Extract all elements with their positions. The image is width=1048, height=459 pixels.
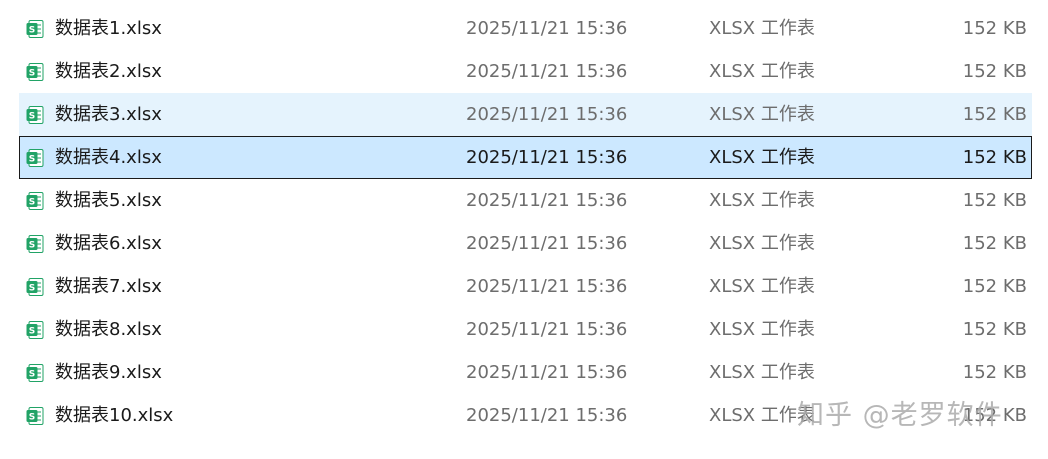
svg-text:S: S	[29, 284, 35, 294]
file-name: 数据表9.xlsx	[55, 362, 162, 383]
svg-text:S: S	[29, 241, 35, 251]
spreadsheet-icon: S	[26, 364, 44, 382]
file-modified-date: 2025/11/21 15:36	[466, 190, 628, 211]
spreadsheet-icon: S	[26, 63, 44, 81]
file-row[interactable]: S 数据表6.xlsx 2025/11/21 15:36 XLSX 工作表 152 KB	[19, 222, 1032, 265]
file-modified-date: 2025/11/21 15:36	[466, 405, 628, 426]
file-type: XLSX 工作表	[709, 276, 815, 297]
svg-text:S: S	[29, 112, 35, 122]
file-row[interactable]: S 数据表2.xlsx 2025/11/21 15:36 XLSX 工作表 152 KB	[19, 50, 1032, 93]
file-size: 152 KB	[962, 276, 1027, 297]
file-row[interactable]: S 数据表8.xlsx 2025/11/21 15:36 XLSX 工作表 152 KB	[19, 308, 1032, 351]
svg-text:S: S	[29, 413, 35, 423]
svg-text:S: S	[29, 370, 35, 380]
file-name: 数据表1.xlsx	[55, 18, 162, 39]
file-modified-date: 2025/11/21 15:36	[466, 319, 628, 340]
spreadsheet-icon: S	[26, 321, 44, 339]
file-modified-date: 2025/11/21 15:36	[466, 61, 628, 82]
file-size: 152 KB	[962, 147, 1027, 168]
file-type: XLSX 工作表	[709, 190, 815, 211]
file-type: XLSX 工作表	[709, 61, 815, 82]
file-row[interactable]: S 数据表3.xlsx 2025/11/21 15:36 XLSX 工作表 152 KB	[19, 93, 1032, 136]
file-type: XLSX 工作表	[709, 233, 815, 254]
file-size: 152 KB	[962, 319, 1027, 340]
file-name: 数据表10.xlsx	[55, 405, 174, 426]
file-name: 数据表4.xlsx	[55, 147, 162, 168]
file-modified-date: 2025/11/21 15:36	[466, 276, 628, 297]
spreadsheet-icon: S	[26, 106, 44, 124]
file-size: 152 KB	[962, 190, 1027, 211]
spreadsheet-icon: S	[26, 235, 44, 253]
file-size: 152 KB	[962, 104, 1027, 125]
file-modified-date: 2025/11/21 15:36	[466, 362, 628, 383]
file-size: 152 KB	[962, 233, 1027, 254]
file-size: 152 KB	[962, 18, 1027, 39]
file-type: XLSX 工作表	[709, 104, 815, 125]
file-name: 数据表7.xlsx	[55, 276, 162, 297]
file-size: 152 KB	[962, 405, 1027, 426]
spreadsheet-icon: S	[26, 407, 44, 425]
file-size: 152 KB	[962, 61, 1027, 82]
spreadsheet-icon: S	[26, 20, 44, 38]
file-row[interactable]: S 数据表7.xlsx 2025/11/21 15:36 XLSX 工作表 152 KB	[19, 265, 1032, 308]
file-size: 152 KB	[962, 362, 1027, 383]
file-name: 数据表3.xlsx	[55, 104, 162, 125]
file-type: XLSX 工作表	[709, 405, 815, 426]
file-modified-date: 2025/11/21 15:36	[466, 18, 628, 39]
file-modified-date: 2025/11/21 15:36	[466, 233, 628, 254]
file-modified-date: 2025/11/21 15:36	[466, 147, 628, 168]
file-type: XLSX 工作表	[709, 147, 815, 168]
file-name: 数据表8.xlsx	[55, 319, 162, 340]
svg-text:S: S	[29, 198, 35, 208]
file-list: S 数据表1.xlsx 2025/11/21 15:36 XLSX 工作表 152 KB…	[0, 7, 1048, 437]
file-row[interactable]: S 数据表4.xlsx 2025/11/21 15:36 XLSX 工作表 152 KB	[19, 136, 1032, 179]
file-row[interactable]: S 数据表1.xlsx 2025/11/21 15:36 XLSX 工作表 152 KB	[19, 7, 1032, 50]
file-row[interactable]: S 数据表10.xlsx 2025/11/21 15:36 XLSX 工作表 152 K…	[19, 394, 1032, 437]
spreadsheet-icon: S	[26, 278, 44, 296]
svg-text:S: S	[29, 155, 35, 165]
svg-text:S: S	[29, 327, 35, 337]
svg-text:S: S	[29, 26, 35, 36]
file-modified-date: 2025/11/21 15:36	[466, 104, 628, 125]
spreadsheet-icon: S	[26, 192, 44, 210]
svg-text:S: S	[29, 69, 35, 79]
file-row[interactable]: S 数据表5.xlsx 2025/11/21 15:36 XLSX 工作表 152 KB	[19, 179, 1032, 222]
file-type: XLSX 工作表	[709, 362, 815, 383]
file-row[interactable]: S 数据表9.xlsx 2025/11/21 15:36 XLSX 工作表 152 KB	[19, 351, 1032, 394]
file-name: 数据表2.xlsx	[55, 61, 162, 82]
file-name: 数据表5.xlsx	[55, 190, 162, 211]
file-type: XLSX 工作表	[709, 319, 815, 340]
file-type: XLSX 工作表	[709, 18, 815, 39]
spreadsheet-icon: S	[26, 149, 44, 167]
file-name: 数据表6.xlsx	[55, 233, 162, 254]
